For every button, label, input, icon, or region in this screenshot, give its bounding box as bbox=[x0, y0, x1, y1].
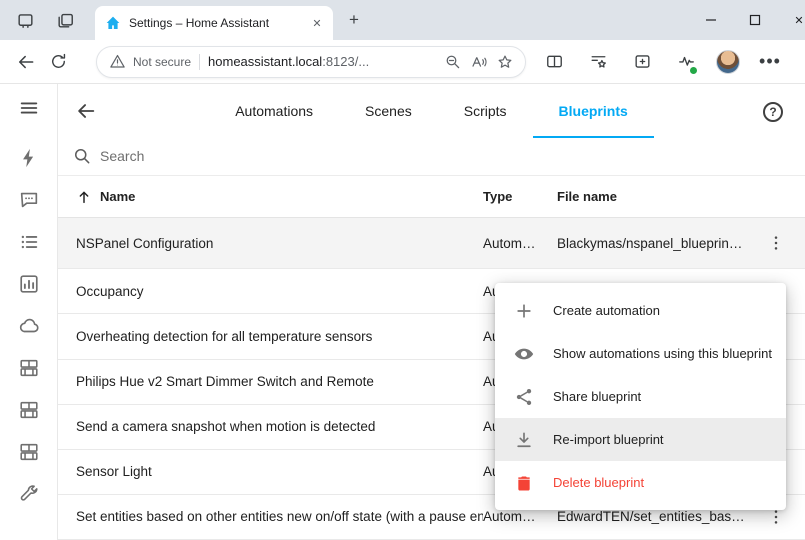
profile-avatar[interactable] bbox=[716, 50, 740, 74]
collections-icon[interactable] bbox=[628, 46, 656, 78]
security-label[interactable]: Not secure bbox=[133, 55, 191, 69]
addons-icon[interactable] bbox=[17, 356, 41, 380]
minimize-icon[interactable] bbox=[689, 0, 733, 40]
browser-tab[interactable]: Settings – Home Assistant ✕ bbox=[95, 6, 333, 40]
status-badge bbox=[689, 66, 698, 75]
browser-toolbar: Not secure homeassistant.local:8123/... … bbox=[0, 40, 805, 84]
row-type: Autom… bbox=[483, 509, 557, 524]
close-window-icon[interactable]: ✕ bbox=[777, 0, 805, 40]
addons-icon[interactable] bbox=[17, 440, 41, 464]
url-text[interactable]: homeassistant.local:8123/... bbox=[208, 54, 437, 69]
menu-icon[interactable] bbox=[17, 96, 41, 120]
row-name: Philips Hue v2 Smart Dimmer Switch and R… bbox=[76, 374, 483, 389]
favorite-star-icon[interactable] bbox=[495, 52, 515, 72]
delete-icon bbox=[514, 473, 534, 493]
close-tab-icon[interactable]: ✕ bbox=[309, 17, 325, 30]
window-controls: ✕ bbox=[689, 0, 805, 40]
split-screen-icon[interactable] bbox=[540, 46, 568, 78]
addons-icon[interactable] bbox=[17, 398, 41, 422]
divider bbox=[199, 54, 200, 70]
settings-tabs: Automations Scenes Scripts Blueprints bbox=[148, 84, 715, 138]
search-icon bbox=[72, 146, 92, 166]
assist-icon[interactable] bbox=[17, 188, 41, 212]
row-name: Overheating detection for all temperatur… bbox=[76, 329, 483, 344]
column-header-file[interactable]: File name bbox=[557, 189, 747, 204]
sort-ascending-icon[interactable] bbox=[76, 189, 92, 205]
refresh-icon[interactable] bbox=[42, 46, 74, 78]
row-name: Sensor Light bbox=[76, 464, 483, 479]
tab-automations[interactable]: Automations bbox=[209, 84, 339, 138]
back-icon[interactable] bbox=[10, 46, 42, 78]
not-secure-warning-icon bbox=[107, 52, 127, 72]
row-name: Occupancy bbox=[76, 284, 483, 299]
logbook-icon[interactable] bbox=[17, 230, 41, 254]
plus-icon bbox=[514, 301, 534, 321]
cloud-icon[interactable] bbox=[17, 314, 41, 338]
tools-icon[interactable] bbox=[17, 482, 41, 506]
column-header-type[interactable]: Type bbox=[483, 189, 557, 204]
menu-item-reimport-blueprint[interactable]: Re-import blueprint bbox=[495, 418, 786, 461]
import-icon bbox=[514, 430, 534, 450]
favorites-hub-icon[interactable] bbox=[584, 46, 612, 78]
new-tab-button[interactable]: + bbox=[344, 10, 364, 30]
menu-item-show-automations[interactable]: Show automations using this blueprint bbox=[495, 332, 786, 375]
eye-icon bbox=[514, 344, 534, 364]
search-bar bbox=[58, 138, 805, 176]
tab-scenes[interactable]: Scenes bbox=[339, 84, 438, 138]
row-file: Blackymas/nspanel_blueprin… bbox=[557, 236, 747, 251]
row-context-menu: Create automation Show automations using… bbox=[495, 283, 786, 510]
browser-essentials-icon[interactable] bbox=[672, 46, 700, 78]
ha-header: Automations Scenes Scripts Blueprints ? bbox=[58, 84, 805, 138]
more-icon[interactable]: ••• bbox=[756, 46, 784, 78]
help-icon[interactable]: ? bbox=[763, 102, 783, 122]
table-row[interactable]: NSPanel Configuration Autom… Blackymas/n… bbox=[58, 218, 805, 269]
history-icon[interactable] bbox=[17, 272, 41, 296]
row-type: Autom… bbox=[483, 236, 557, 251]
energy-icon[interactable] bbox=[17, 146, 41, 170]
home-assistant-favicon bbox=[105, 15, 121, 31]
toolbar-icons: ••• bbox=[540, 46, 784, 78]
tab-actions-icon[interactable] bbox=[54, 9, 76, 31]
row-file: EdwardTEN/set_entities_bas… bbox=[557, 509, 747, 524]
menu-item-share-blueprint[interactable]: Share blueprint bbox=[495, 375, 786, 418]
page-back-icon[interactable] bbox=[74, 99, 98, 123]
browser-titlebar: Settings – Home Assistant ✕ + ✕ bbox=[0, 0, 805, 40]
row-name: NSPanel Configuration bbox=[76, 236, 483, 251]
tab-scripts[interactable]: Scripts bbox=[438, 84, 533, 138]
read-aloud-icon[interactable] bbox=[469, 52, 489, 72]
tab-title: Settings – Home Assistant bbox=[129, 16, 301, 30]
zoom-out-icon[interactable] bbox=[443, 52, 463, 72]
table-header: Name Type File name bbox=[58, 176, 805, 218]
row-name: Send a camera snapshot when motion is de… bbox=[76, 419, 483, 434]
ha-sidebar bbox=[0, 84, 58, 540]
row-overflow-menu-icon[interactable] bbox=[766, 233, 786, 253]
row-name: Set entities based on other entities new… bbox=[76, 509, 483, 524]
menu-item-create-automation[interactable]: Create automation bbox=[495, 289, 786, 332]
address-bar[interactable]: Not secure homeassistant.local:8123/... bbox=[96, 46, 526, 78]
tab-blueprints[interactable]: Blueprints bbox=[533, 84, 654, 138]
share-icon bbox=[514, 387, 534, 407]
column-header-name[interactable]: Name bbox=[100, 189, 135, 204]
workspaces-icon[interactable] bbox=[14, 9, 36, 31]
maximize-icon[interactable] bbox=[733, 0, 777, 40]
search-input[interactable] bbox=[100, 148, 805, 164]
menu-item-delete-blueprint[interactable]: Delete blueprint bbox=[495, 461, 786, 504]
